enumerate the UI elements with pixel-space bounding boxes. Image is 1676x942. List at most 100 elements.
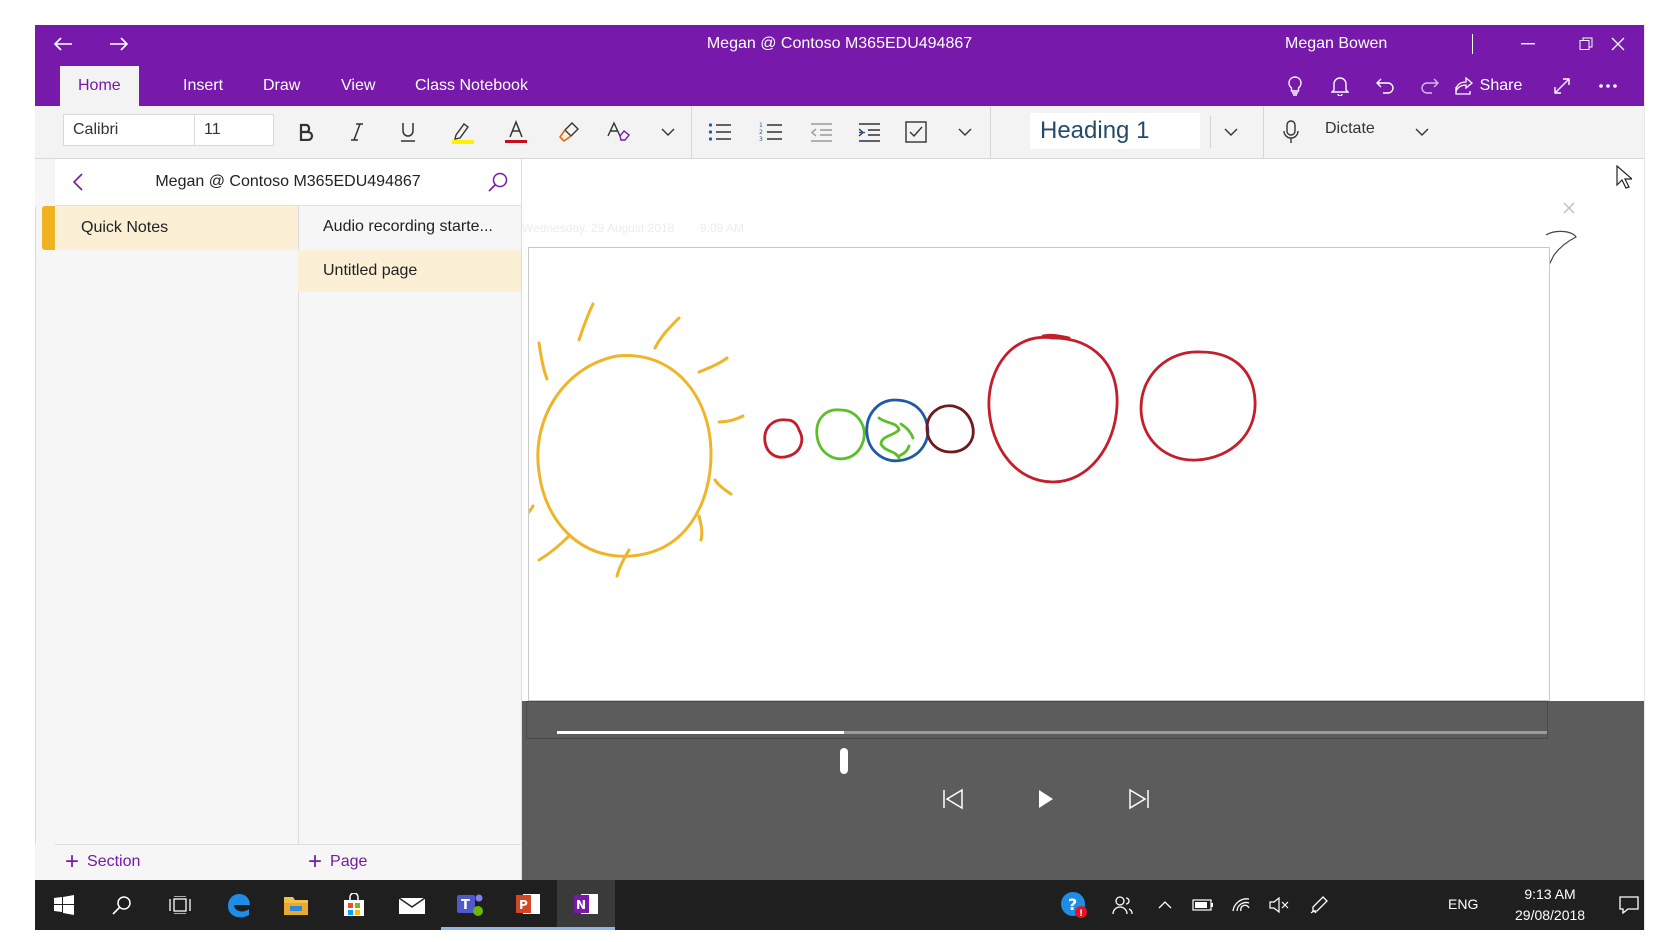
svg-text:3: 3 bbox=[759, 136, 763, 143]
decrease-indent-icon[interactable] bbox=[805, 116, 837, 148]
pen-workspace-icon[interactable] bbox=[1299, 880, 1339, 930]
language-indicator[interactable]: ENG bbox=[1448, 896, 1478, 912]
circle-drawings bbox=[763, 333, 1257, 484]
sun-drawing bbox=[525, 302, 745, 578]
battery-icon[interactable] bbox=[1183, 880, 1223, 930]
share-button[interactable]: Share bbox=[1448, 69, 1528, 103]
svg-text:!: ! bbox=[1079, 909, 1083, 919]
undo-icon[interactable] bbox=[1368, 69, 1402, 103]
underline-icon[interactable] bbox=[392, 116, 424, 148]
tab-insert[interactable]: Insert bbox=[165, 66, 241, 106]
font-name-field[interactable]: Calibri bbox=[63, 114, 195, 146]
dictate-dropdown-icon[interactable] bbox=[1406, 116, 1438, 148]
add-section-label: Section bbox=[87, 853, 141, 870]
svg-text:1: 1 bbox=[759, 122, 763, 129]
style-dropdown-icon[interactable] bbox=[1215, 116, 1247, 148]
page-list: Audio recording starte... Untitled page bbox=[298, 206, 521, 844]
user-name[interactable]: Megan Bowen bbox=[1285, 35, 1387, 53]
tab-class-notebook[interactable]: Class Notebook bbox=[397, 66, 546, 106]
wifi-icon[interactable] bbox=[1221, 880, 1261, 930]
bell-icon[interactable] bbox=[1323, 69, 1357, 103]
dictate-button[interactable]: Dictate bbox=[1325, 120, 1375, 138]
window-title: Megan @ Contoso M365EDU494867 bbox=[706, 35, 973, 52]
ribbon-divider bbox=[691, 106, 692, 158]
play-icon[interactable] bbox=[1026, 779, 1066, 819]
share-icon bbox=[1454, 77, 1473, 95]
add-section-button[interactable]: + Section bbox=[65, 850, 141, 874]
bullet-list-icon[interactable] bbox=[704, 116, 736, 148]
page-canvas[interactable]: Wednesday, 29 August 2018 9:09 AM bbox=[522, 159, 1644, 880]
more-options-icon[interactable] bbox=[1591, 69, 1625, 103]
font-color-icon[interactable] bbox=[500, 116, 532, 148]
page-item-audio-recording[interactable]: Audio recording starte... bbox=[298, 206, 521, 248]
italic-icon[interactable] bbox=[341, 116, 373, 148]
expand-icon[interactable] bbox=[1545, 69, 1579, 103]
bold-icon[interactable] bbox=[290, 116, 322, 148]
style-selector[interactable]: Heading 1 bbox=[1030, 113, 1200, 149]
numbered-list-icon[interactable]: 123 bbox=[755, 116, 787, 148]
clear-formatting-icon[interactable] bbox=[602, 116, 634, 148]
playback-slider-track[interactable] bbox=[557, 731, 1547, 774]
title-divider bbox=[1472, 34, 1473, 54]
playback-slider-thumb[interactable] bbox=[840, 748, 849, 774]
people-icon[interactable] bbox=[1093, 880, 1151, 930]
search-icon[interactable] bbox=[93, 880, 151, 930]
highlighter-icon[interactable] bbox=[447, 116, 479, 148]
audio-player bbox=[522, 701, 1644, 880]
section-color-tab bbox=[42, 206, 55, 250]
clock-date: 29/08/2018 bbox=[1515, 907, 1586, 923]
skip-forward-icon[interactable] bbox=[1119, 779, 1159, 819]
file-explorer-icon[interactable] bbox=[267, 880, 325, 930]
section-list: Quick Notes bbox=[35, 206, 299, 844]
powerpoint-icon[interactable]: P bbox=[499, 880, 557, 930]
volume-muted-icon[interactable] bbox=[1259, 880, 1299, 930]
ink-drawing bbox=[525, 302, 1257, 578]
ink-drawing-area[interactable] bbox=[525, 247, 1550, 701]
chevron-down-icon[interactable] bbox=[652, 116, 684, 148]
section-item-quick-notes[interactable]: Quick Notes bbox=[56, 206, 298, 250]
nav-footer: + Section + Page bbox=[55, 844, 521, 881]
lightbulb-icon[interactable] bbox=[1278, 69, 1312, 103]
windows-taskbar: T P N ?! ENG 9:13 AM 29/08/2018 bbox=[35, 880, 1644, 930]
teams-icon[interactable]: T bbox=[441, 880, 499, 930]
mouse-cursor-icon bbox=[1616, 164, 1634, 194]
redo-icon[interactable] bbox=[1413, 69, 1447, 103]
svg-text:T: T bbox=[461, 898, 470, 913]
mail-icon[interactable] bbox=[383, 880, 441, 930]
clock-time: 9:13 AM bbox=[1524, 886, 1576, 902]
tab-view[interactable]: View bbox=[323, 66, 393, 106]
chevron-up-icon[interactable] bbox=[1145, 880, 1185, 930]
close-panel-icon[interactable] bbox=[1562, 201, 1582, 221]
windows-start-icon[interactable] bbox=[35, 880, 93, 930]
add-page-button[interactable]: + Page bbox=[308, 850, 368, 874]
page-item-untitled[interactable]: Untitled page bbox=[298, 250, 521, 292]
edge-browser-icon[interactable] bbox=[209, 880, 267, 930]
task-view-icon[interactable] bbox=[151, 880, 209, 930]
font-size-field[interactable]: 11 bbox=[194, 114, 274, 146]
taskbar-clock[interactable]: 9:13 AM 29/08/2018 bbox=[1515, 884, 1585, 926]
onenote-icon[interactable]: N bbox=[557, 880, 615, 930]
notebook-name[interactable]: Megan @ Contoso M365EDU494867 bbox=[55, 173, 521, 191]
store-icon[interactable] bbox=[325, 880, 383, 930]
ribbon-divider bbox=[990, 106, 991, 158]
title-bar: Megan @ Contoso M365EDU494867 Megan Bowe… bbox=[35, 25, 1644, 106]
tab-draw[interactable]: Draw bbox=[245, 66, 318, 106]
close-icon[interactable] bbox=[1598, 29, 1638, 59]
increase-indent-icon[interactable] bbox=[853, 116, 885, 148]
page-time: 9:09 AM bbox=[700, 221, 745, 235]
minimize-icon[interactable] bbox=[1508, 29, 1548, 59]
format-painter-icon[interactable] bbox=[553, 116, 585, 148]
todo-checkbox-icon[interactable] bbox=[900, 116, 932, 148]
microphone-icon[interactable] bbox=[1275, 116, 1307, 148]
action-center-icon[interactable] bbox=[1609, 880, 1649, 930]
ribbon-toolbar: Calibri 11 123 Heading 1 Dictate bbox=[35, 106, 1644, 159]
playback-slider-frame bbox=[526, 701, 1548, 774]
tab-home[interactable]: Home bbox=[60, 66, 139, 106]
ribbon-divider bbox=[1263, 106, 1264, 158]
add-page-label: Page bbox=[330, 853, 368, 870]
svg-text:N: N bbox=[576, 898, 586, 912]
chevron-down-icon[interactable] bbox=[949, 116, 981, 148]
share-label: Share bbox=[1479, 77, 1523, 94]
search-icon[interactable] bbox=[485, 169, 511, 195]
skip-back-icon[interactable] bbox=[933, 779, 973, 819]
